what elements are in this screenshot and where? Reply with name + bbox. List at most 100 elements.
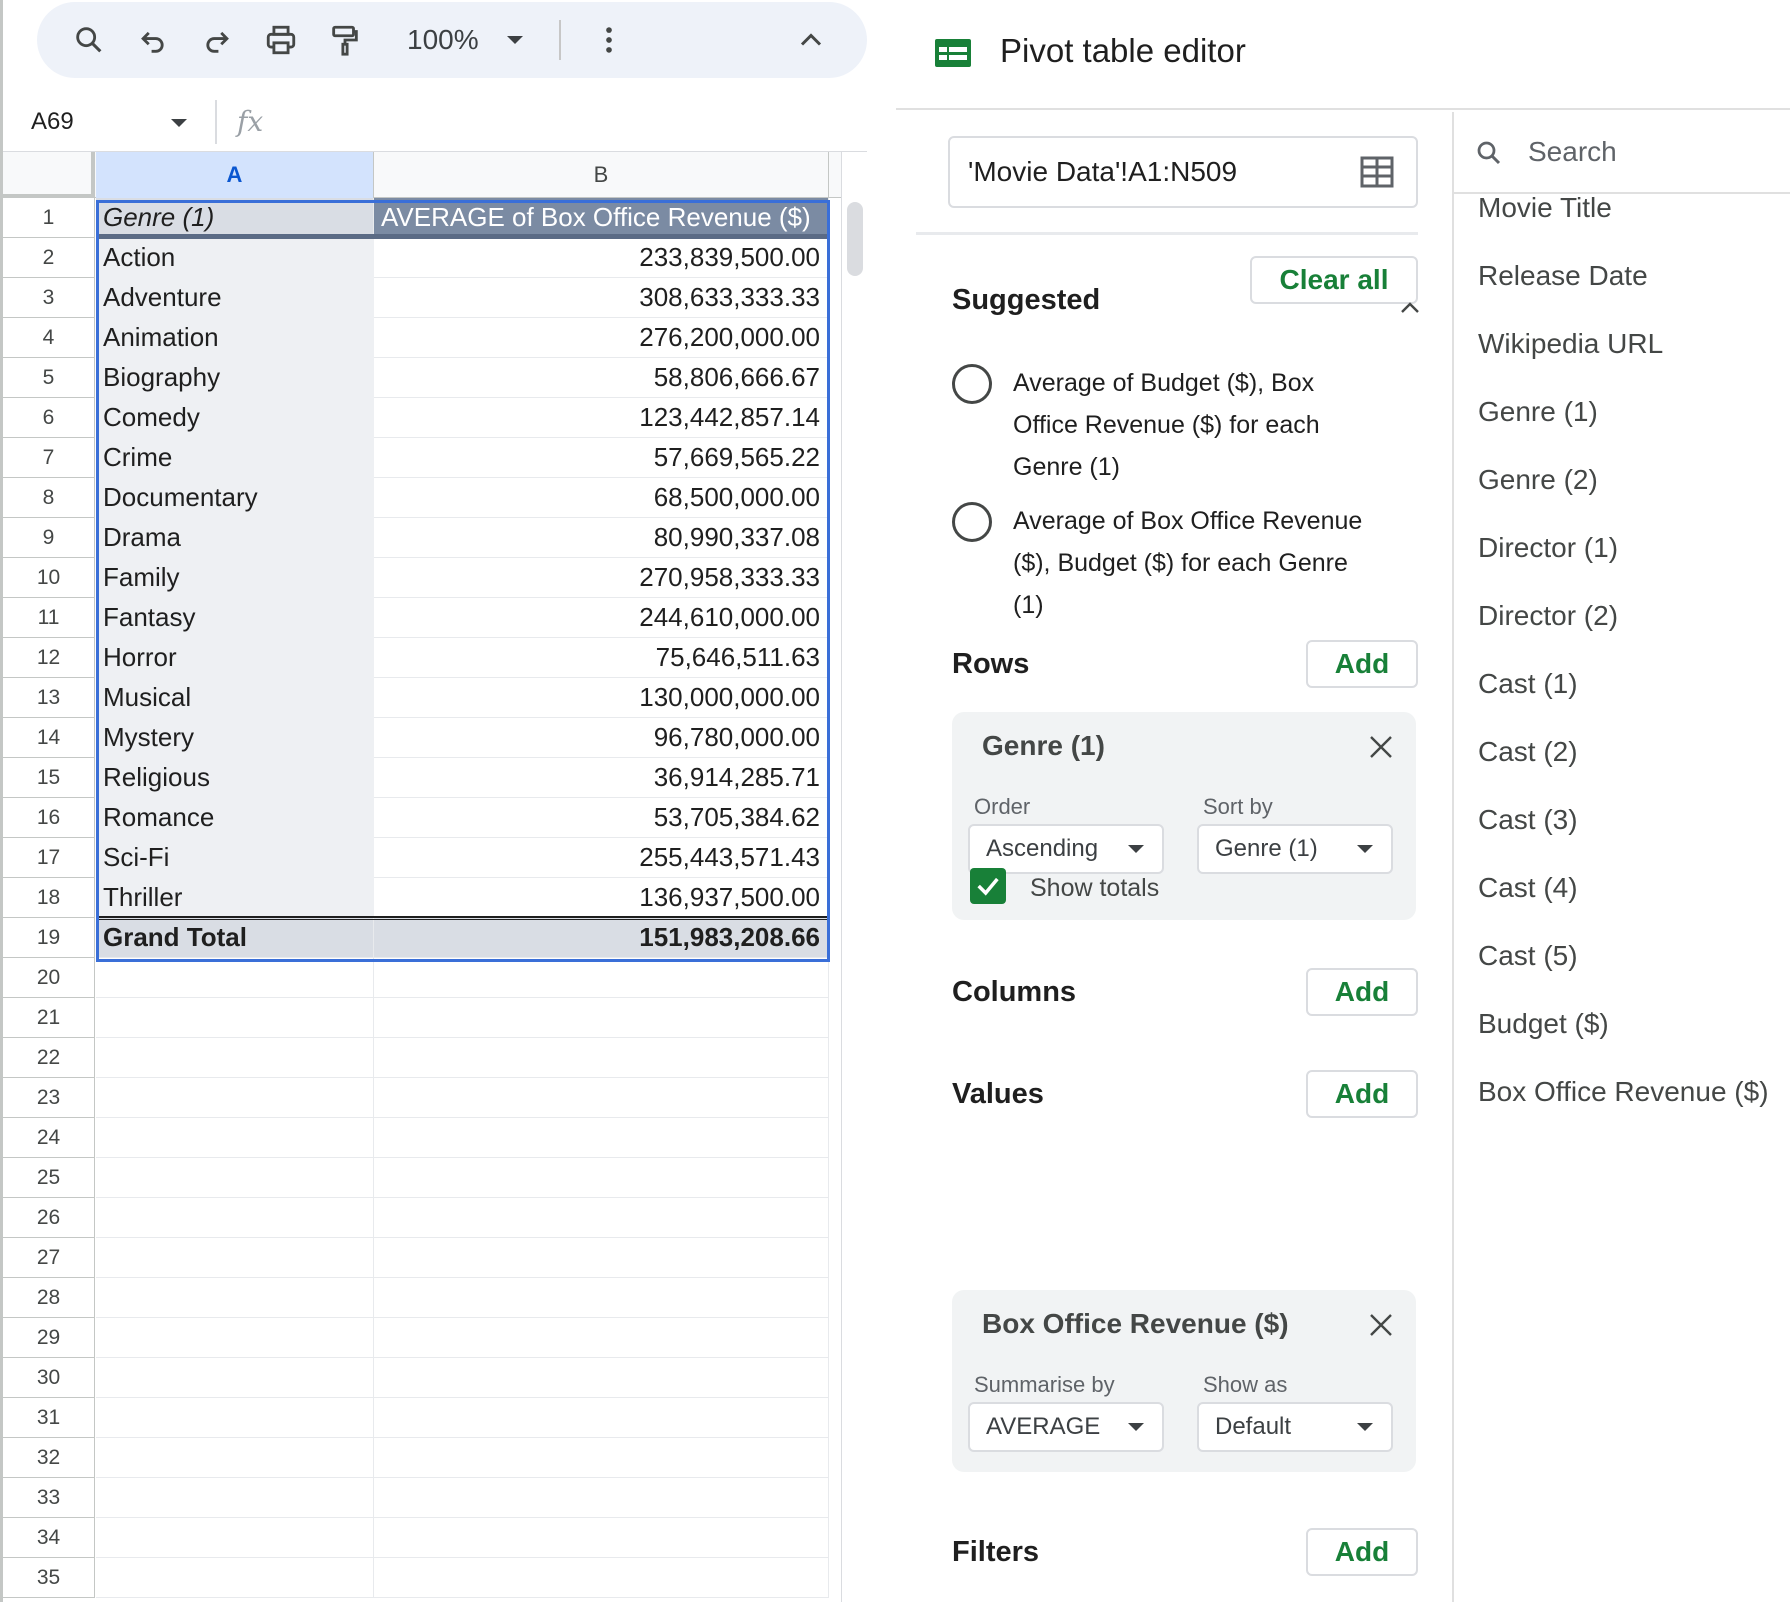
row-header[interactable]: 24	[3, 1118, 95, 1158]
pivot-header-cell[interactable]: Genre (1)	[96, 198, 374, 238]
filters-add-button[interactable]: Add	[1306, 1528, 1418, 1576]
row-header[interactable]: 21	[3, 998, 95, 1038]
pivot-row-label-cell[interactable]: Crime	[96, 438, 374, 478]
values-add-button[interactable]: Add	[1306, 1070, 1418, 1118]
field-list-item[interactable]: Cast (1)	[1478, 668, 1578, 700]
field-list-item[interactable]: Genre (2)	[1478, 464, 1598, 496]
row-header[interactable]: 30	[3, 1358, 95, 1398]
empty-cell[interactable]	[96, 1358, 374, 1398]
field-list-item[interactable]: Movie Title	[1478, 192, 1612, 224]
field-list-item[interactable]: Release Date	[1478, 260, 1648, 292]
scrollbar-thumb[interactable]	[847, 202, 863, 276]
empty-cell[interactable]	[374, 958, 829, 998]
empty-cell[interactable]	[374, 1318, 829, 1358]
row-header[interactable]: 6	[3, 398, 95, 438]
empty-cell[interactable]	[96, 1158, 374, 1198]
pivot-value-cell[interactable]: 136,937,500.00	[374, 878, 829, 918]
field-list-item[interactable]: Budget ($)	[1478, 1008, 1609, 1040]
field-list-item[interactable]: Director (2)	[1478, 600, 1618, 632]
formula-input[interactable]	[263, 100, 867, 144]
pivot-value-cell[interactable]: 53,705,384.62	[374, 798, 829, 838]
row-header[interactable]: 16	[3, 798, 95, 838]
empty-cell[interactable]	[96, 998, 374, 1038]
pivot-row-label-cell[interactable]: Romance	[96, 798, 374, 838]
empty-cell[interactable]	[96, 1398, 374, 1438]
row-header[interactable]: 5	[3, 358, 95, 398]
pivot-row-label-cell[interactable]: Religious	[96, 758, 374, 798]
empty-cell[interactable]	[96, 1478, 374, 1518]
pivot-row-label-cell[interactable]: Comedy	[96, 398, 374, 438]
empty-cell[interactable]	[374, 1518, 829, 1558]
pivot-row-label-cell[interactable]: Biography	[96, 358, 374, 398]
row-header[interactable]: 20	[3, 958, 95, 998]
order-select[interactable]: Ascending	[968, 824, 1164, 874]
undo-button[interactable]	[133, 20, 173, 60]
row-header[interactable]: 22	[3, 1038, 95, 1078]
row-header[interactable]: 2	[3, 238, 95, 278]
field-list-item[interactable]: Wikipedia URL	[1478, 328, 1663, 360]
row-header[interactable]: 18	[3, 878, 95, 918]
name-box[interactable]: A69	[3, 99, 217, 144]
pivot-value-cell[interactable]: 308,633,333.33	[374, 278, 829, 318]
pivot-value-cell[interactable]: 75,646,511.63	[374, 638, 829, 678]
empty-cell[interactable]	[374, 1198, 829, 1238]
grand-total-value-cell[interactable]: 151,983,208.66	[374, 918, 829, 958]
pivot-row-label-cell[interactable]: Thriller	[96, 878, 374, 918]
rows-add-button[interactable]: Add	[1306, 640, 1418, 688]
columns-add-button[interactable]: Add	[1306, 968, 1418, 1016]
empty-cell[interactable]	[374, 1158, 829, 1198]
print-button[interactable]	[261, 20, 301, 60]
pivot-row-label-cell[interactable]: Family	[96, 558, 374, 598]
empty-cell[interactable]	[96, 1118, 374, 1158]
empty-cell[interactable]	[96, 1238, 374, 1278]
column-header-a[interactable]: A	[96, 152, 374, 198]
field-list-item[interactable]: Cast (3)	[1478, 804, 1578, 836]
empty-cell[interactable]	[96, 1278, 374, 1318]
pivot-row-label-cell[interactable]: Adventure	[96, 278, 374, 318]
row-header[interactable]: 28	[3, 1278, 95, 1318]
pivot-value-cell[interactable]: 68,500,000.00	[374, 478, 829, 518]
suggestion-option-1[interactable]: Average of Budget ($), Box Office Revenu…	[952, 362, 1412, 488]
empty-cell[interactable]	[96, 1038, 374, 1078]
pivot-row-label-cell[interactable]: Animation	[96, 318, 374, 358]
pivot-value-cell[interactable]: 244,610,000.00	[374, 598, 829, 638]
empty-cell[interactable]	[374, 1358, 829, 1398]
close-icon[interactable]	[1368, 1312, 1394, 1338]
paint-format-button[interactable]	[325, 20, 365, 60]
search-menus-button[interactable]	[69, 20, 109, 60]
empty-cell[interactable]	[374, 998, 829, 1038]
sort-by-select[interactable]: Genre (1)	[1197, 824, 1393, 874]
empty-cell[interactable]	[96, 1318, 374, 1358]
field-list-item[interactable]: Cast (5)	[1478, 940, 1578, 972]
grand-total-label-cell[interactable]: Grand Total	[96, 918, 374, 958]
show-as-select[interactable]: Default	[1197, 1402, 1393, 1452]
row-header[interactable]: 29	[3, 1318, 95, 1358]
row-header[interactable]: 35	[3, 1558, 95, 1598]
pivot-value-cell[interactable]: 233,839,500.00	[374, 238, 829, 278]
row-header[interactable]: 34	[3, 1518, 95, 1558]
empty-cell[interactable]	[96, 1558, 374, 1598]
row-header[interactable]: 26	[3, 1198, 95, 1238]
field-list-item[interactable]: Cast (2)	[1478, 736, 1578, 768]
pivot-value-cell[interactable]: 123,442,857.14	[374, 398, 829, 438]
select-all-corner[interactable]	[3, 152, 95, 198]
pivot-row-label-cell[interactable]: Musical	[96, 678, 374, 718]
row-header[interactable]: 17	[3, 838, 95, 878]
empty-cell[interactable]	[374, 1398, 829, 1438]
field-list-item[interactable]: Director (1)	[1478, 532, 1618, 564]
pivot-value-cell[interactable]: 80,990,337.08	[374, 518, 829, 558]
row-header[interactable]: 1	[3, 198, 95, 238]
zoom-select[interactable]: 100%	[407, 24, 523, 56]
show-totals-checkbox[interactable]	[970, 868, 1006, 904]
pivot-row-label-cell[interactable]: Drama	[96, 518, 374, 558]
empty-cell[interactable]	[374, 1038, 829, 1078]
row-header[interactable]: 12	[3, 638, 95, 678]
pivot-value-cell[interactable]: 276,200,000.00	[374, 318, 829, 358]
pivot-row-label-cell[interactable]: Action	[96, 238, 374, 278]
pivot-value-cell[interactable]: 270,958,333.33	[374, 558, 829, 598]
pivot-value-cell[interactable]: 57,669,565.22	[374, 438, 829, 478]
row-header[interactable]: 8	[3, 478, 95, 518]
radio-button[interactable]	[952, 502, 992, 542]
row-header[interactable]: 7	[3, 438, 95, 478]
row-header[interactable]: 4	[3, 318, 95, 358]
